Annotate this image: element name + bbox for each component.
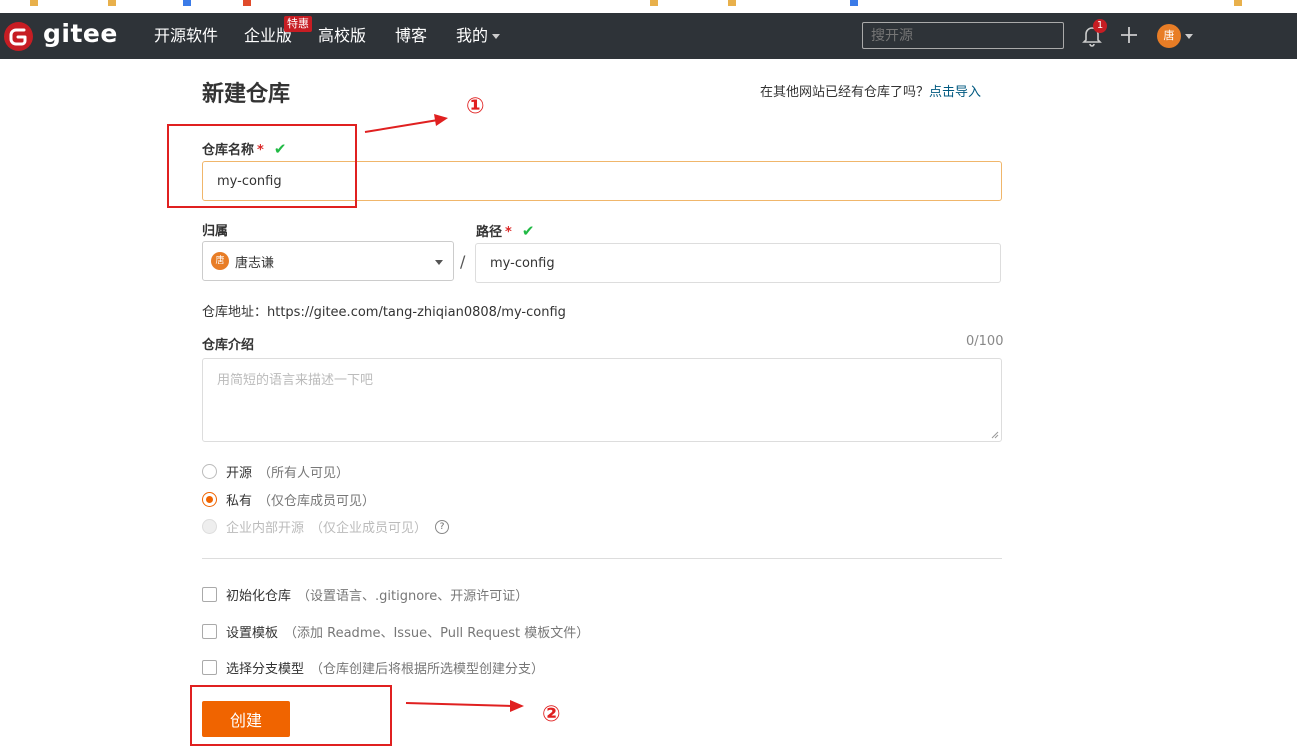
import-link[interactable]: 点击导入 [929,85,981,100]
path-label-text: 路径 [476,225,503,240]
init-repo-hint: （设置语言、.gitignore、开源许可证） [297,589,529,604]
radio-internal [202,519,217,534]
bookmark-icon [728,0,736,6]
template-label: 设置模板 [226,626,279,641]
init-repo-label: 初始化仓库 [226,589,292,604]
visibility-public-hint: （所有人可见） [258,466,350,481]
visibility-public-label: 开源 [226,466,253,481]
visibility-internal-hint: （仅企业成员可见） [310,521,428,536]
checkbox-init-repo[interactable] [202,587,217,602]
visibility-internal-label: 企业内部开源 [226,521,305,536]
nav-mine-label: 我的 [456,26,489,45]
import-prompt-text: 在其他网站已经有仓库了吗？ [760,85,930,100]
bookmark-icon [650,0,658,6]
check-icon: ✔ [521,222,535,240]
repo-address: 仓库地址：https://gitee.com/tang-zhiqian0808/… [202,305,566,320]
owner-avatar: 唐 [211,252,229,270]
annotation-step-1: ① [466,94,485,119]
visibility-private-hint: （仅仓库成员可见） [258,494,376,509]
bookmark-icon [108,0,116,6]
annotation-box-1 [167,124,357,208]
chevron-down-icon [492,34,501,39]
checkbox-branch-model[interactable] [202,660,217,675]
intro-placeholder: 用简短的语言来描述一下吧 [217,373,374,388]
intro-counter: 0/100 [966,334,1004,349]
chevron-down-icon [435,260,443,265]
path-separator: / [460,252,466,271]
divider [202,558,1002,559]
branch-model-hint: （仓库创建后将根据所选模型创建分支） [310,662,545,677]
intro-textarea[interactable]: 用简短的语言来描述一下吧 [202,358,1002,442]
annotation-arrow-2 [405,700,524,712]
template-option[interactable]: 设置模板 （添加 Readme、Issue、Pull Request 模板文件） [202,622,589,641]
annotation-step-2: ② [542,702,561,727]
help-icon[interactable]: ? [435,519,450,534]
bookmark-icon [1234,0,1242,6]
import-prompt: 在其他网站已经有仓库了吗？点击导入 [760,81,981,100]
owner-value: 唐志谦 [235,255,275,271]
radio-public[interactable] [202,464,217,479]
annotation-box-2 [190,685,392,746]
bookmark-icon [183,0,191,6]
nav-education[interactable]: 高校版 [318,26,366,46]
nav-mine[interactable]: 我的 [456,26,501,46]
chevron-down-icon[interactable] [1185,34,1193,39]
path-label: 路径 * ✔ [476,221,534,240]
notification-count-badge: 1 [1093,19,1107,33]
visibility-internal-option: 企业内部开源 （仅企业成员可见） ? [202,517,450,536]
annotation-arrow-1 [364,114,448,133]
path-value: my-config [490,255,555,271]
checkbox-template[interactable] [202,624,217,639]
nav-blog[interactable]: 博客 [395,26,427,46]
branch-model-label: 选择分支模型 [226,662,305,677]
nav-open-source[interactable]: 开源软件 [154,26,218,46]
resize-handle-icon[interactable] [991,431,999,439]
visibility-private-label: 私有 [226,494,253,509]
bookmarks-bar [0,0,1297,13]
intro-label: 仓库介绍 [202,338,255,353]
bookmark-icon [30,0,38,6]
template-hint: （添加 Readme、Issue、Pull Request 模板文件） [284,626,590,641]
bookmark-icon [850,0,858,6]
page-title: 新建仓库 [202,82,291,107]
visibility-public-option[interactable]: 开源 （所有人可见） [202,462,349,481]
search-input[interactable] [862,22,1064,49]
required-mark: * [505,225,512,240]
init-repo-option[interactable]: 初始化仓库 （设置语言、.gitignore、开源许可证） [202,585,528,604]
logo-text[interactable]: gitee [43,19,118,48]
radio-private[interactable] [202,492,217,507]
bookmark-icon [243,0,251,6]
promo-badge: 特惠 [284,16,312,32]
owner-label: 归属 [202,224,229,239]
owner-select[interactable]: 唐 唐志谦 [202,241,454,281]
user-avatar[interactable]: 唐 [1157,24,1181,48]
plus-icon[interactable] [1118,24,1140,46]
gitee-logo-icon[interactable] [4,22,33,51]
top-navbar: gitee 开源软件 企业版 特惠 高校版 博客 我的 1 唐 [0,13,1297,59]
path-input[interactable]: my-config [475,243,1001,283]
branch-model-option[interactable]: 选择分支模型 （仓库创建后将根据所选模型创建分支） [202,658,544,677]
visibility-private-option[interactable]: 私有 （仅仓库成员可见） [202,490,375,509]
